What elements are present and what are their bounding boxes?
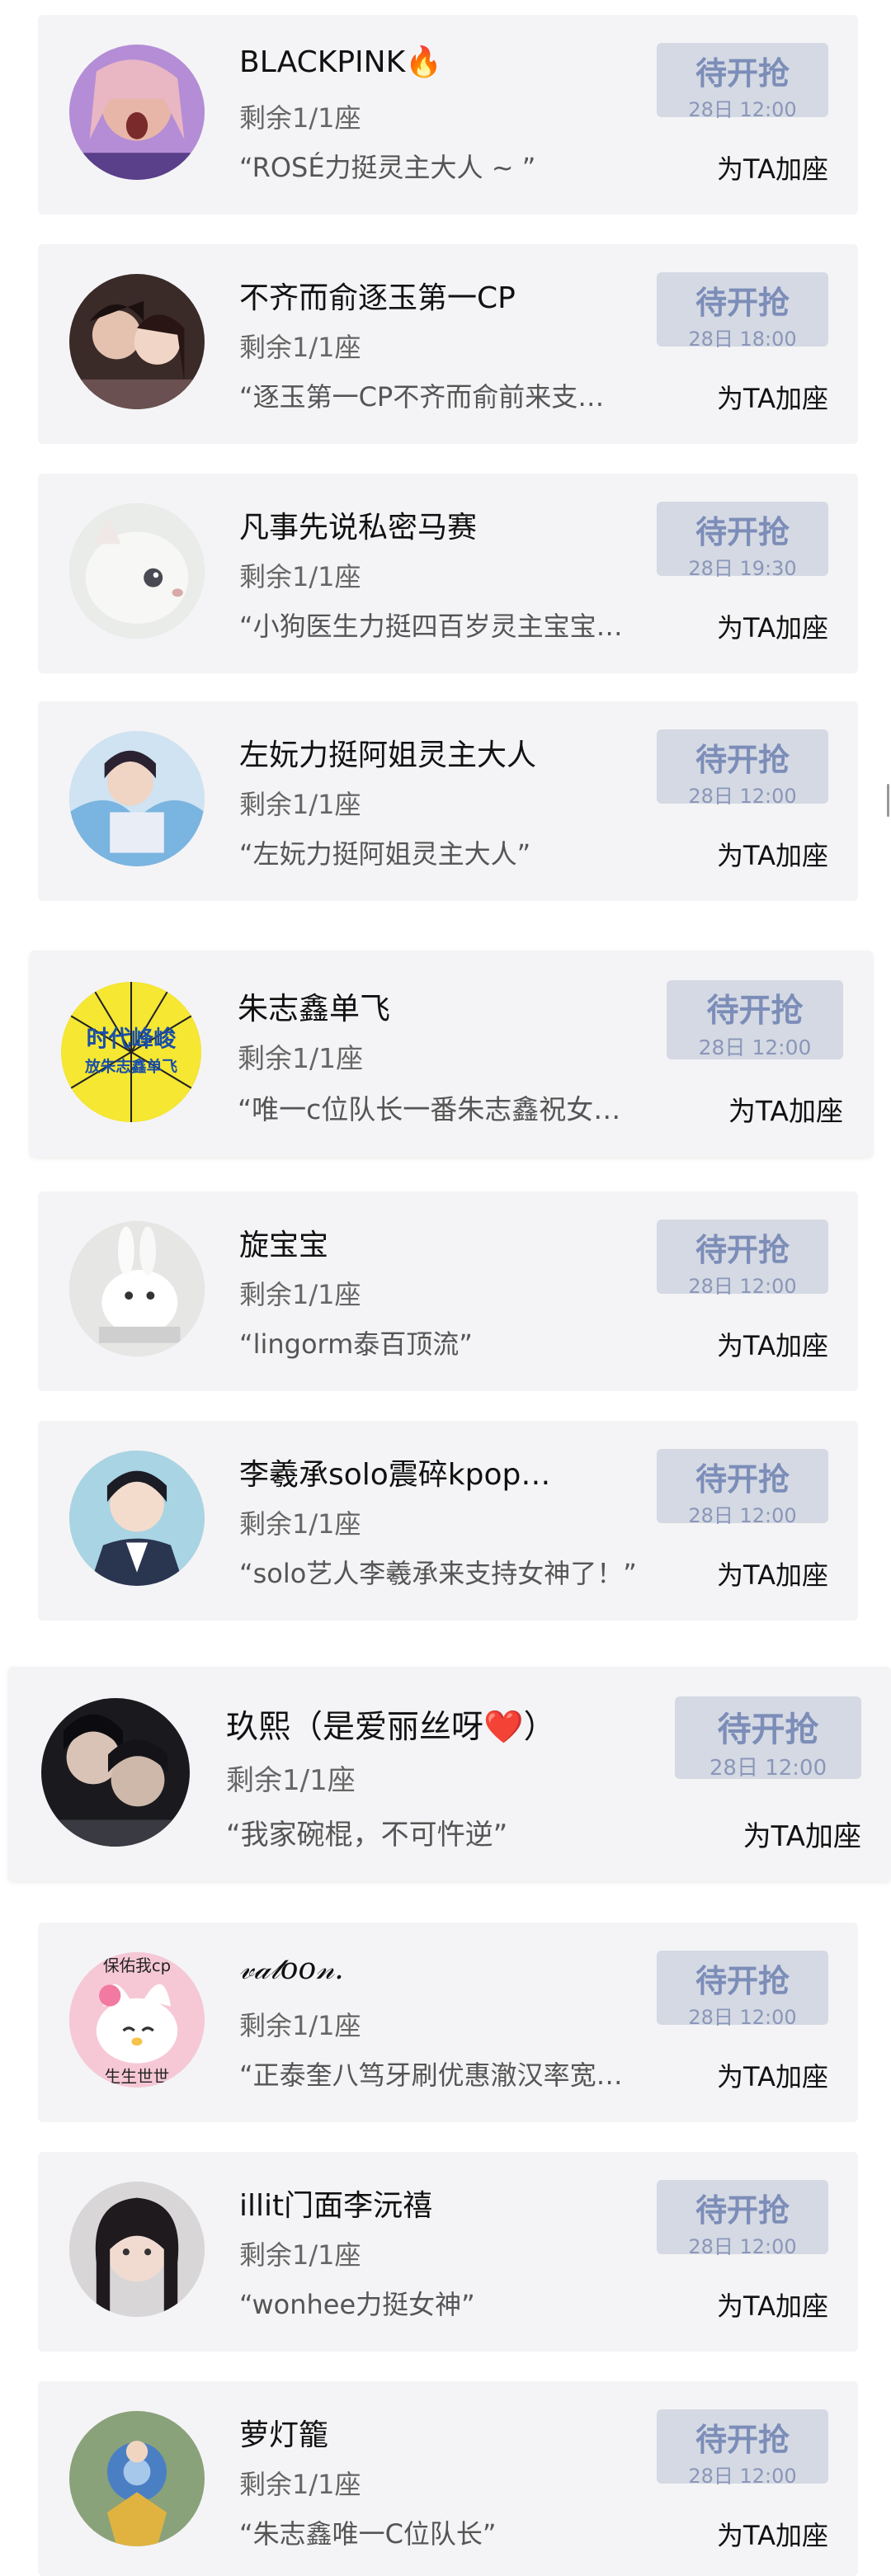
avatar — [69, 1451, 205, 1586]
add-seat-link[interactable]: 为TA加座 — [717, 2515, 828, 2553]
card-quote: “ROSÉ力挺灵主大人 ~ ” — [239, 152, 536, 183]
grab-seat-button[interactable]: 待开抢 28日 12:00 — [657, 2409, 828, 2488]
scrollbar[interactable] — [887, 784, 889, 817]
add-seat-link[interactable]: 为TA加座 — [717, 2056, 828, 2094]
card-name: 旋宝宝 — [239, 1229, 329, 1262]
seats-remaining: 剩余1/1座 — [238, 1042, 364, 1074]
avatar — [69, 731, 205, 866]
add-seat-link[interactable]: 为TA加座 — [728, 1089, 843, 1129]
card-quote: “wonhee力挺女神” — [239, 2289, 475, 2320]
grab-seat-button[interactable]: 待开抢 28日 18:00 — [657, 272, 828, 351]
card-quote: “左妧力挺阿姐灵主大人” — [239, 838, 531, 870]
avatar-text-bottom: 生生世世 — [105, 2067, 170, 2086]
card-quote: “正泰奎八笃牙刷优惠澈汉率宽… — [239, 2059, 623, 2091]
grab-seat-button[interactable]: 待开抢 28日 12:00 — [657, 1449, 828, 1527]
add-seat-link[interactable]: 为TA加座 — [717, 378, 828, 416]
card-name: illit门面李沅禧 — [239, 2189, 433, 2223]
card-name: BLACKPINK🔥 — [239, 45, 443, 79]
avatar-text-top: 时代峰峻 — [87, 1026, 177, 1052]
card-quote: “我家碗棍，不可忤逆” — [226, 1819, 508, 1852]
seat-card[interactable]: 不齐而俞逐玉第一CP 剩余1/1座 “逐玉第一CP不齐而俞前来支… 待开抢 28… — [38, 244, 858, 444]
grab-seat-button[interactable]: 待开抢 28日 12:00 — [657, 729, 828, 808]
grab-seat-button[interactable]: 待开抢 28日 12:00 — [657, 1951, 828, 2029]
add-seat-link[interactable]: 为TA加座 — [717, 835, 828, 873]
seat-card[interactable]: BLACKPINK🔥 剩余1/1座 “ROSÉ力挺灵主大人 ~ ” 待开抢 28… — [38, 15, 858, 215]
avatar — [69, 1221, 205, 1356]
card-name: 玖熙（是爱丽丝呀❤️） — [226, 1709, 556, 1746]
avatar — [69, 2411, 205, 2546]
avatar — [69, 2182, 205, 2317]
card-quote: “小狗医生力挺四百岁灵主宝宝… — [239, 611, 623, 642]
seats-remaining: 剩余1/1座 — [239, 2469, 361, 2500]
avatar — [69, 45, 205, 180]
card-quote: “lingorm泰百顶流” — [239, 1328, 473, 1360]
seat-card[interactable]: 玖熙（是爱丽丝呀❤️） 剩余1/1座 “我家碗棍，不可忤逆” 待开抢 28日 1… — [8, 1667, 891, 1881]
grab-seat-button[interactable]: 待开抢 28日 12:00 — [657, 2180, 828, 2258]
seats-remaining: 剩余1/1座 — [239, 2239, 361, 2271]
seats-remaining: 剩余1/1座 — [239, 561, 361, 592]
add-seat-link[interactable]: 为TA加座 — [717, 1555, 828, 1592]
card-name: 李羲承solo震碎kpop… — [239, 1458, 551, 1492]
seat-card[interactable]: 萝灯籠 剩余1/1座 “朱志鑫唯一C位队长” 待开抢 28日 12:00 为TA… — [38, 2381, 858, 2576]
seats-remaining: 剩余1/1座 — [239, 102, 361, 134]
avatar-text-bottom: 放朱志鑫单飞 — [84, 1058, 177, 1076]
add-seat-link[interactable]: 为TA加座 — [717, 149, 828, 186]
seats-remaining: 剩余1/1座 — [239, 332, 361, 363]
add-seat-link[interactable]: 为TA加座 — [717, 1325, 828, 1363]
add-seat-link[interactable]: 为TA加座 — [717, 607, 828, 645]
grab-seat-button[interactable]: 待开抢 28日 19:30 — [657, 502, 828, 580]
seat-card[interactable]: 时代峰峻 放朱志鑫单飞 朱志鑫单飞 剩余1/1座 “唯一c位队长一番朱志鑫祝女…… — [30, 951, 873, 1157]
seats-remaining: 剩余1/1座 — [239, 1279, 361, 1310]
add-seat-link[interactable]: 为TA加座 — [717, 2286, 828, 2324]
grab-seat-button[interactable]: 待开抢 28日 12:00 — [657, 43, 828, 121]
grab-seat-button[interactable]: 待开抢 28日 12:00 — [675, 1696, 861, 1781]
card-name: 不齐而俞逐玉第一CP — [239, 281, 516, 315]
seat-card[interactable]: illit门面李沅禧 剩余1/1座 “wonhee力挺女神” 待开抢 28日 1… — [38, 2152, 858, 2352]
avatar — [69, 503, 205, 639]
avatar: 保佑我cp 生生世世 — [69, 1952, 205, 2088]
card-quote: “唯一c位队长一番朱志鑫祝女… — [238, 1093, 621, 1125]
add-seat-link[interactable]: 为TA加座 — [743, 1814, 861, 1854]
card-name: 𝓋𝒶𝓉𝑜𝑜𝓃. — [239, 1952, 344, 1986]
card-name: 朱志鑫单飞 — [238, 991, 390, 1026]
card-name: 左妧力挺阿姐灵主大人 — [239, 738, 537, 772]
seats-remaining: 剩余1/1座 — [239, 1508, 361, 1540]
seat-card[interactable]: 旋宝宝 剩余1/1座 “lingorm泰百顶流” 待开抢 28日 12:00 为… — [38, 1191, 858, 1391]
card-quote: “逐玉第一CP不齐而俞前来支… — [239, 381, 605, 413]
avatar-text-top: 保佑我cp — [103, 1956, 171, 1975]
seat-card[interactable]: 左妧力挺阿姐灵主大人 剩余1/1座 “左妧力挺阿姐灵主大人” 待开抢 28日 1… — [38, 701, 858, 901]
seat-card[interactable]: 凡事先说私密马赛 剩余1/1座 “小狗医生力挺四百岁灵主宝宝… 待开抢 28日 … — [38, 474, 858, 673]
seat-card[interactable]: 李羲承solo震碎kpop… 剩余1/1座 “solo艺人李羲承来支持女神了！”… — [38, 1421, 858, 1621]
seat-card[interactable]: 保佑我cp 生生世世 𝓋𝒶𝓉𝑜𝑜𝓃. 剩余1/1座 “正泰奎八笃牙刷优惠澈汉率宽… — [38, 1923, 858, 2122]
card-quote: “solo艺人李羲承来支持女神了！” — [239, 1558, 637, 1589]
grab-seat-button[interactable]: 待开抢 28日 12:00 — [657, 1220, 828, 1298]
seats-remaining: 剩余1/1座 — [239, 2010, 361, 2041]
avatar: 时代峰峻 放朱志鑫单飞 — [61, 982, 201, 1122]
card-name: 萝灯籠 — [239, 2418, 329, 2452]
card-name: 凡事先说私密马赛 — [239, 511, 478, 545]
avatar — [69, 274, 205, 409]
seats-remaining: 剩余1/1座 — [226, 1764, 356, 1797]
card-quote: “朱志鑫唯一C位队长” — [239, 2518, 497, 2550]
avatar — [41, 1698, 190, 1847]
seats-remaining: 剩余1/1座 — [239, 789, 361, 820]
grab-seat-button[interactable]: 待开抢 28日 12:00 — [667, 980, 843, 1059]
